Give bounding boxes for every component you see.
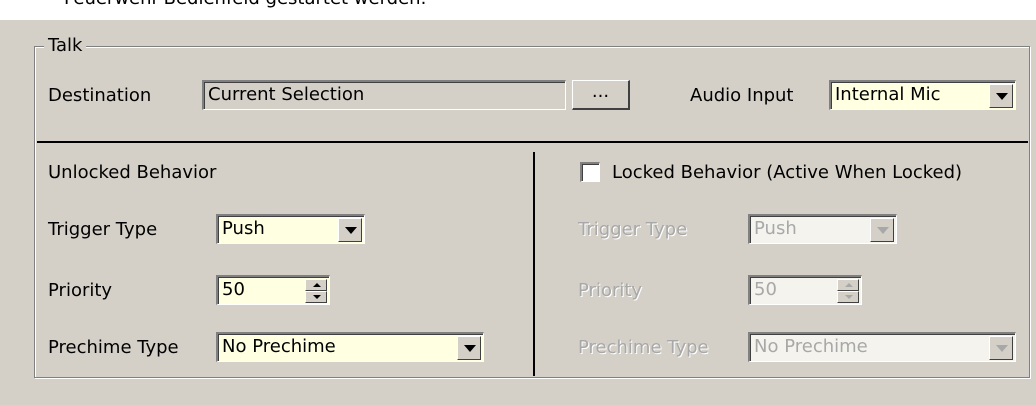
locked-trigger-type-value: Push <box>754 218 797 239</box>
unlocked-prechime-type-dropdown[interactable]: No Prechime <box>216 332 484 362</box>
locked-trigger-type-dropdown-button[interactable] <box>870 218 894 242</box>
unlocked-prechime-type-dropdown-button[interactable] <box>457 336 481 360</box>
spin-down-button[interactable] <box>837 291 859 303</box>
destination-field[interactable]: Current Selection <box>202 80 566 110</box>
destination-label: Destination <box>48 85 152 106</box>
chevron-down-icon <box>464 345 476 352</box>
destination-browse-button[interactable]: ... <box>572 80 630 110</box>
audio-input-dropdown[interactable]: Internal Mic <box>829 80 1016 110</box>
unlocked-behavior-title: Unlocked Behavior <box>48 162 217 183</box>
spin-up-button[interactable] <box>305 279 327 291</box>
locked-prechime-type-dropdown-button[interactable] <box>989 336 1013 360</box>
chevron-down-icon <box>313 295 321 299</box>
chevron-down-icon <box>345 227 357 234</box>
unlocked-prechime-type-label: Prechime Type <box>48 337 179 358</box>
audio-input-dropdown-button[interactable] <box>989 84 1013 108</box>
unlocked-trigger-type-value: Push <box>222 218 265 239</box>
unlocked-priority-value: 50 <box>222 279 245 300</box>
unlocked-trigger-type-label: Trigger Type <box>48 219 158 240</box>
locked-priority-value: 50 <box>754 279 777 300</box>
locked-trigger-type-label: Trigger Type <box>578 219 688 240</box>
unlocked-priority-spinner[interactable]: 50 <box>216 275 330 305</box>
unlocked-priority-label: Priority <box>48 280 113 301</box>
locked-prechime-type-value: No Prechime <box>754 336 868 357</box>
audio-input-value: Internal Mic <box>835 84 941 105</box>
locked-priority-spinner[interactable]: 50 <box>748 275 862 305</box>
chevron-up-icon <box>845 283 853 287</box>
unlocked-trigger-type-dropdown[interactable]: Push <box>216 214 365 244</box>
locked-priority-spin-buttons[interactable] <box>837 279 859 303</box>
locked-trigger-type-dropdown[interactable]: Push <box>748 214 897 244</box>
chevron-down-icon <box>996 93 1008 100</box>
locked-behavior-label[interactable]: Locked Behavior (Active When Locked) <box>612 162 962 183</box>
divider-vertical <box>533 152 535 376</box>
audio-input-label: Audio Input <box>690 85 794 106</box>
locked-prechime-type-dropdown[interactable]: No Prechime <box>748 332 1016 362</box>
chevron-up-icon <box>313 283 321 287</box>
chevron-down-icon <box>877 227 889 234</box>
spin-up-button[interactable] <box>837 279 859 291</box>
locked-priority-label: Priority <box>578 280 643 301</box>
chevron-down-icon <box>845 295 853 299</box>
unlocked-prechime-type-value: No Prechime <box>222 336 336 357</box>
unlocked-priority-spin-buttons[interactable] <box>305 279 327 303</box>
chevron-down-icon <box>996 345 1008 352</box>
talk-group-legend: Talk <box>44 35 87 56</box>
divider-horizontal <box>37 141 1028 143</box>
spin-down-button[interactable] <box>305 291 327 303</box>
unlocked-trigger-type-dropdown-button[interactable] <box>338 218 362 242</box>
locked-behavior-checkbox[interactable] <box>580 162 600 182</box>
page-intro-text: Feuerwehr-Bedienfeld gestartet werden. <box>64 0 426 9</box>
locked-prechime-type-label: Prechime Type <box>578 337 709 358</box>
